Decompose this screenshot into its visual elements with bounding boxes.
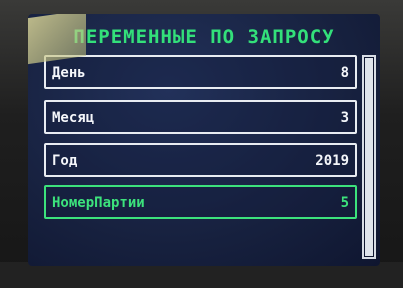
scrollbar-thumb[interactable]: [365, 58, 373, 256]
variable-row-year[interactable]: Год 2019: [44, 143, 357, 177]
tape-overlay: [28, 14, 86, 65]
variable-value: 2019: [315, 153, 349, 169]
device-frame: ПЕРЕМЕННЫЕ ПО ЗАПРОСУ День 8 Месяц 3 Год…: [0, 0, 403, 288]
scrollbar[interactable]: [362, 55, 376, 259]
variable-label: Год: [52, 153, 78, 169]
variable-value: 5: [340, 195, 349, 211]
lcd-screen: ПЕРЕМЕННЫЕ ПО ЗАПРОСУ День 8 Месяц 3 Год…: [28, 14, 380, 266]
variable-row-day[interactable]: День 8: [44, 55, 357, 89]
variable-row-month[interactable]: Месяц 3: [44, 100, 357, 134]
variable-value: 3: [340, 110, 349, 126]
variable-value: 8: [340, 65, 349, 81]
variable-row-batch-number[interactable]: НомерПартии 5: [44, 185, 357, 219]
variable-label: День: [52, 65, 86, 81]
variable-label: НомерПартии: [52, 195, 145, 211]
variable-label: Месяц: [52, 110, 95, 126]
